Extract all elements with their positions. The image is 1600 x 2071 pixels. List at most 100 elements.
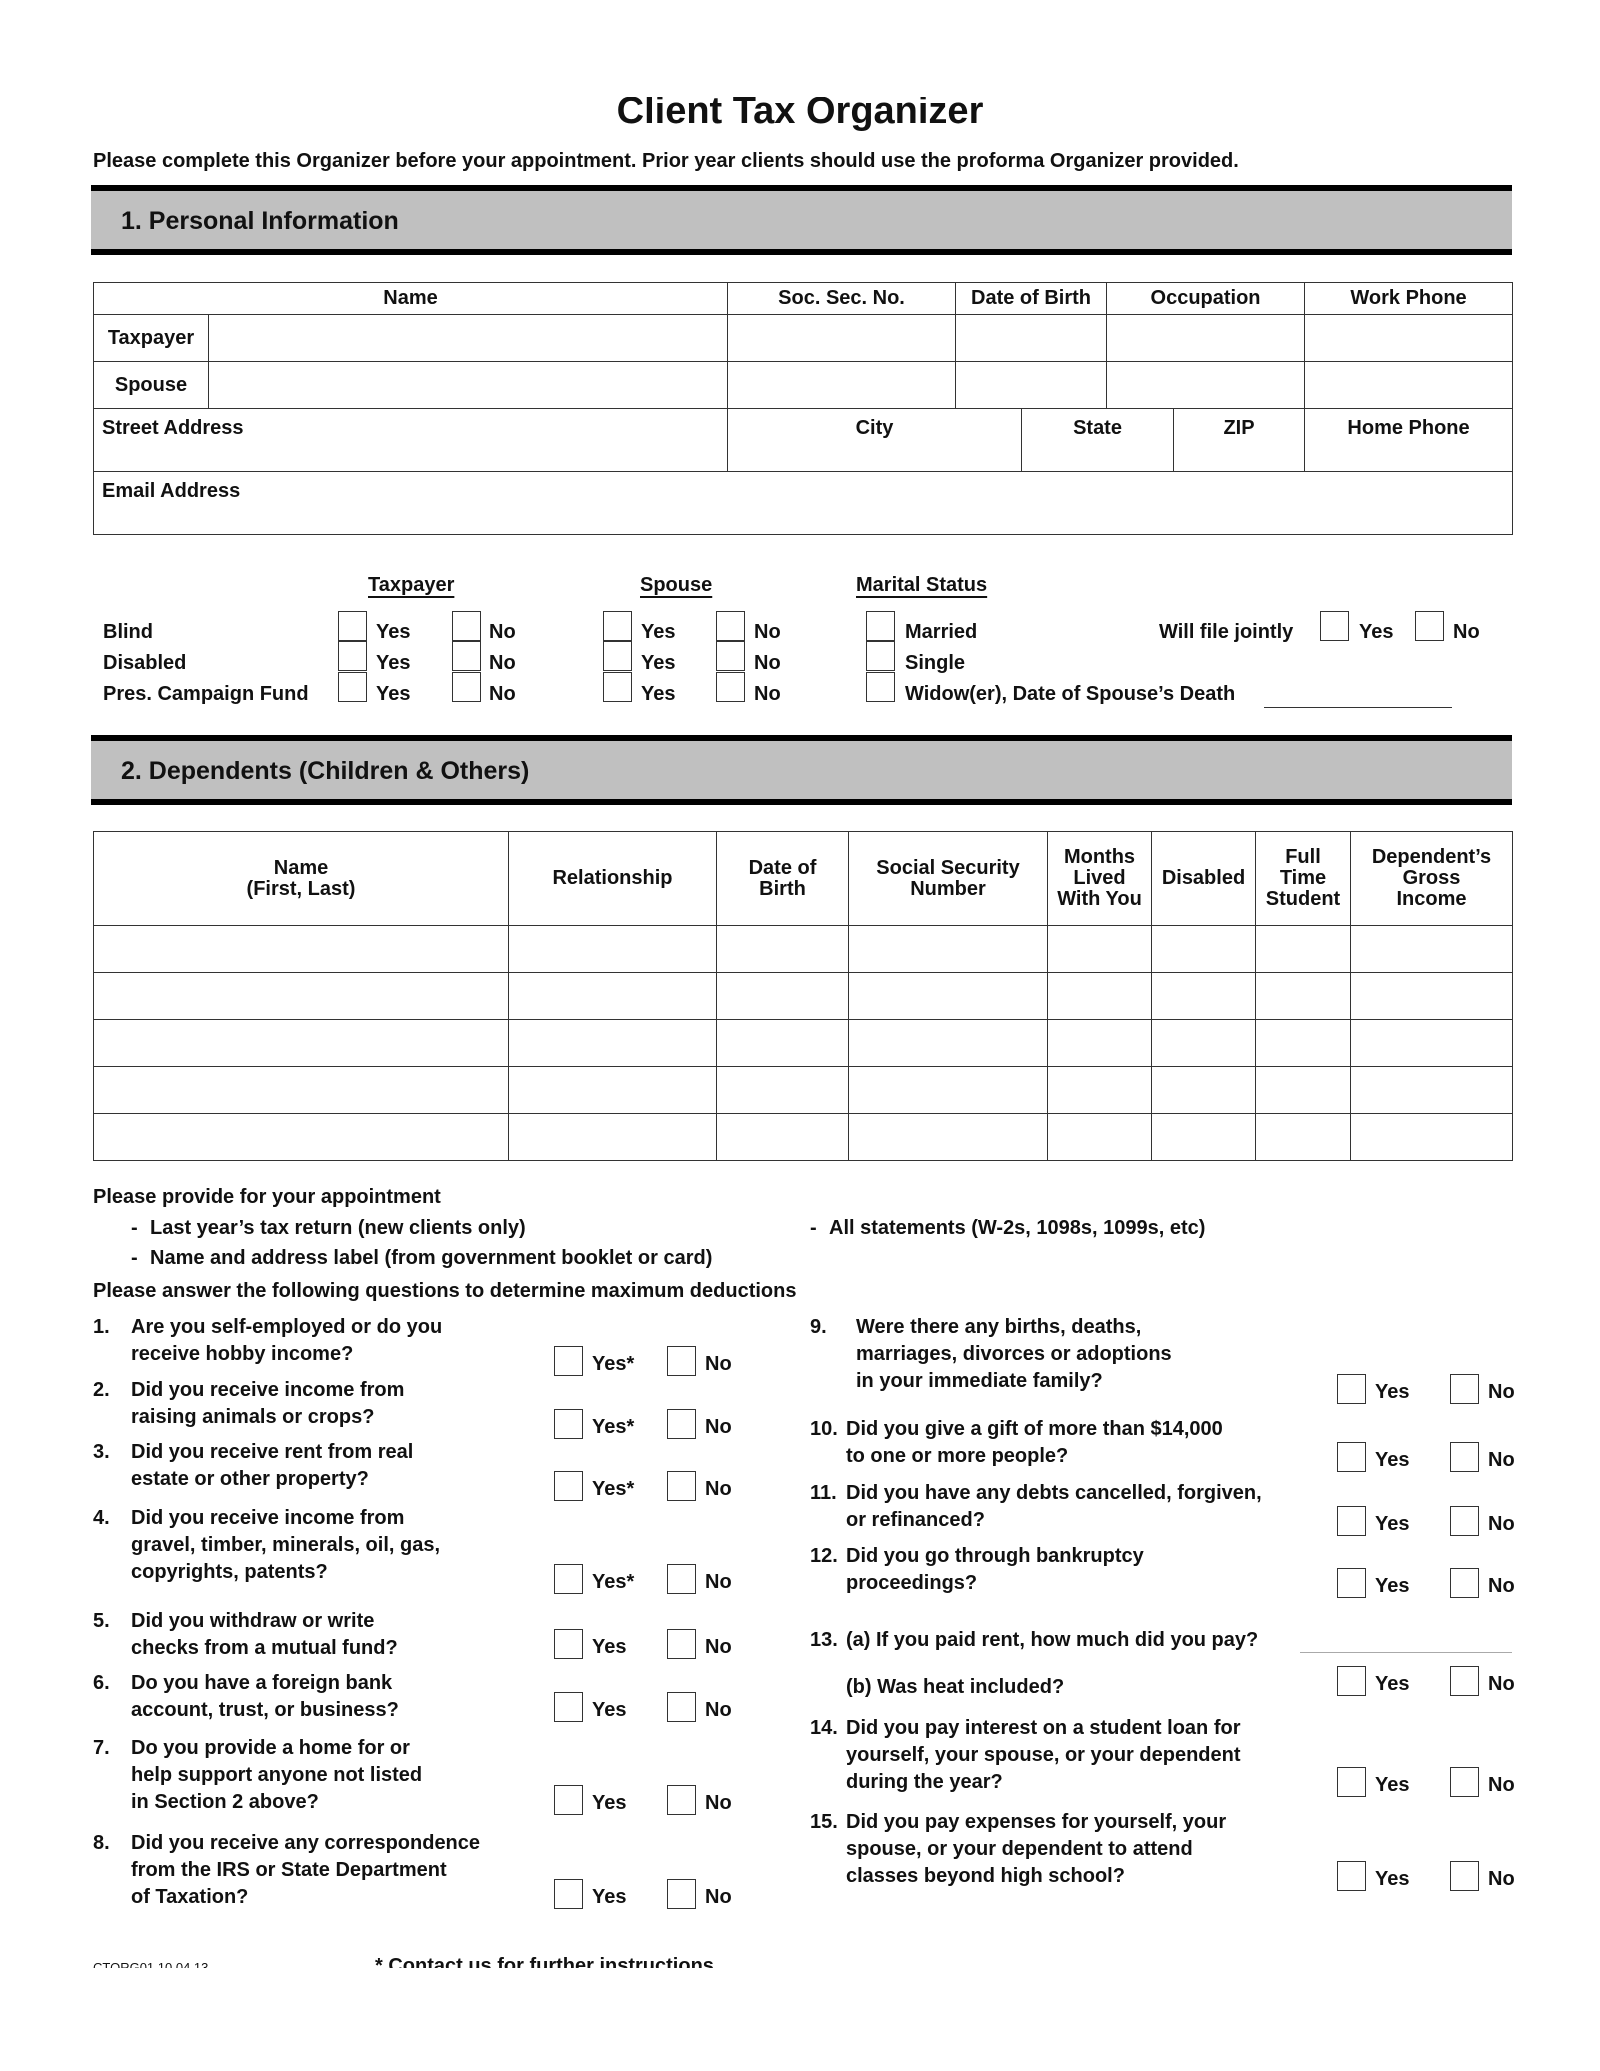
spouse-campaign-yes-checkbox[interactable] [603,672,632,702]
email-address-field[interactable]: Email Address [92,471,1514,535]
question-2-yes-checkbox[interactable] [554,1409,583,1439]
question-10-no-checkbox[interactable] [1450,1442,1479,1472]
dep-dob-field[interactable] [716,925,849,973]
spouse-blind-no-checkbox[interactable] [716,611,745,641]
question-4-yes-checkbox[interactable] [554,1564,583,1594]
file-jointly-no-checkbox[interactable] [1415,611,1444,641]
dep-disabled-field[interactable] [1151,1019,1256,1067]
dep-student-field[interactable] [1255,925,1351,973]
question-14-no-checkbox[interactable] [1450,1767,1479,1797]
question-4-no-checkbox[interactable] [667,1564,696,1594]
spouse-disabled-no-checkbox[interactable] [716,641,745,671]
dep-relationship-field[interactable] [508,1019,717,1067]
taxpayer-disabled-no-checkbox[interactable] [452,641,481,671]
question-7-yes-checkbox[interactable] [554,1785,583,1815]
taxpayer-work-phone-field[interactable] [1304,314,1514,362]
dep-name-field[interactable] [93,1066,509,1114]
taxpayer-blind-yes-checkbox[interactable] [338,611,367,641]
dep-relationship-field[interactable] [508,925,717,973]
question-1-no-checkbox[interactable] [667,1346,696,1376]
question-1-yes-checkbox[interactable] [554,1346,583,1376]
question-5-no-checkbox[interactable] [667,1629,696,1659]
dep-ssn-field[interactable] [848,1113,1048,1161]
dep-months-field[interactable] [1047,972,1152,1020]
dep-ssn-field[interactable] [848,1019,1048,1067]
question-5-yes-checkbox[interactable] [554,1629,583,1659]
dep-ssn-field[interactable] [848,925,1048,973]
dep-dob-field[interactable] [716,1019,849,1067]
home-phone-field[interactable]: Home Phone [1304,408,1514,472]
taxpayer-name-field[interactable] [207,314,729,362]
spouse-disabled-yes-checkbox[interactable] [603,641,632,671]
dep-dob-field[interactable] [716,1113,849,1161]
dep-name-field[interactable] [93,1019,509,1067]
dep-income-field[interactable] [1350,972,1513,1020]
zip-field[interactable]: ZIP [1173,408,1306,472]
spouse-ssn-field[interactable] [727,361,957,409]
dep-relationship-field[interactable] [508,1066,717,1114]
married-checkbox[interactable] [866,611,895,641]
question-3-yes-checkbox[interactable] [554,1471,583,1501]
taxpayer-ssn-field[interactable] [727,314,957,362]
dep-income-field[interactable] [1350,925,1513,973]
question-15-no-checkbox[interactable] [1450,1861,1479,1891]
widower-checkbox[interactable] [866,672,895,702]
question-9-yes-checkbox[interactable] [1337,1374,1366,1404]
question-2-no-checkbox[interactable] [667,1409,696,1439]
dep-disabled-field[interactable] [1151,925,1256,973]
taxpayer-campaign-yes-checkbox[interactable] [338,672,367,702]
dep-income-field[interactable] [1350,1113,1513,1161]
dep-ssn-field[interactable] [848,1066,1048,1114]
dep-student-field[interactable] [1255,1066,1351,1114]
dep-student-field[interactable] [1255,1113,1351,1161]
dep-months-field[interactable] [1047,1113,1152,1161]
taxpayer-blind-no-checkbox[interactable] [452,611,481,641]
dep-months-field[interactable] [1047,1066,1152,1114]
taxpayer-dob-field[interactable] [955,314,1108,362]
dep-disabled-field[interactable] [1151,1113,1256,1161]
taxpayer-occupation-field[interactable] [1106,314,1306,362]
dep-name-field[interactable] [93,1113,509,1161]
street-address-field[interactable]: Street Address [92,408,729,472]
question-6-yes-checkbox[interactable] [554,1692,583,1722]
question-11-no-checkbox[interactable] [1450,1506,1479,1536]
file-jointly-yes-checkbox[interactable] [1320,611,1349,641]
dep-disabled-field[interactable] [1151,1066,1256,1114]
question-3-no-checkbox[interactable] [667,1471,696,1501]
spouse-occupation-field[interactable] [1106,361,1306,409]
spouse-campaign-no-checkbox[interactable] [716,672,745,702]
dep-student-field[interactable] [1255,1019,1351,1067]
spouse-dob-field[interactable] [955,361,1108,409]
dep-months-field[interactable] [1047,1019,1152,1067]
dep-relationship-field[interactable] [508,1113,717,1161]
question-7-no-checkbox[interactable] [667,1785,696,1815]
question-8-no-checkbox[interactable] [667,1879,696,1909]
single-checkbox[interactable] [866,641,895,671]
spouse-death-date-field[interactable] [1264,707,1452,708]
dep-income-field[interactable] [1350,1066,1513,1114]
city-field[interactable]: City [727,408,1023,472]
rent-amount-field[interactable] [1300,1652,1512,1653]
question-12-yes-checkbox[interactable] [1337,1568,1366,1598]
taxpayer-disabled-yes-checkbox[interactable] [338,641,367,671]
spouse-work-phone-field[interactable] [1304,361,1514,409]
state-field[interactable]: State [1021,408,1175,472]
dep-dob-field[interactable] [716,1066,849,1114]
dep-relationship-field[interactable] [508,972,717,1020]
question-12-no-checkbox[interactable] [1450,1568,1479,1598]
dep-income-field[interactable] [1350,1019,1513,1067]
question-10-yes-checkbox[interactable] [1337,1442,1366,1472]
question-14-yes-checkbox[interactable] [1337,1767,1366,1797]
question-9-no-checkbox[interactable] [1450,1374,1479,1404]
question-15-yes-checkbox[interactable] [1337,1861,1366,1891]
dep-dob-field[interactable] [716,972,849,1020]
question-6-no-checkbox[interactable] [667,1692,696,1722]
dep-student-field[interactable] [1255,972,1351,1020]
spouse-blind-yes-checkbox[interactable] [603,611,632,641]
question-13b-yes-checkbox[interactable] [1337,1666,1366,1696]
spouse-name-field[interactable] [207,361,729,409]
question-8-yes-checkbox[interactable] [554,1879,583,1909]
dep-months-field[interactable] [1047,925,1152,973]
taxpayer-campaign-no-checkbox[interactable] [452,672,481,702]
dep-disabled-field[interactable] [1151,972,1256,1020]
